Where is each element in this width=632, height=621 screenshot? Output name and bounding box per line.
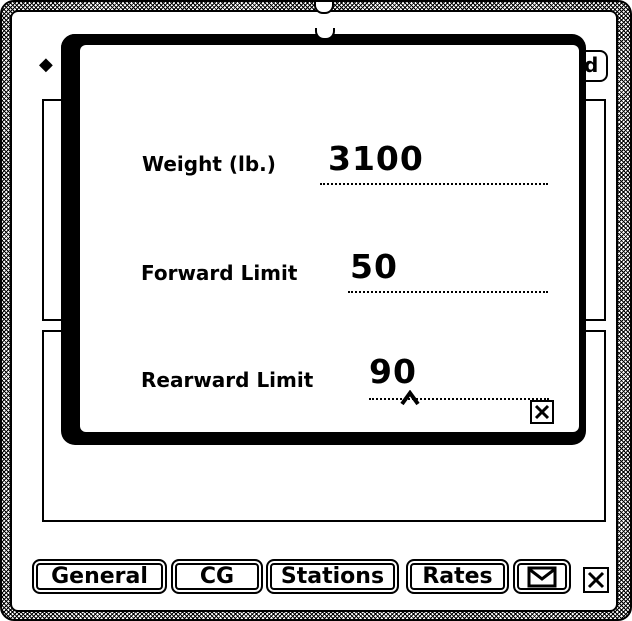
weight-label: Weight (lb.) bbox=[142, 152, 276, 176]
tab-rates[interactable]: Rates bbox=[406, 559, 509, 594]
cg-limits-popup: Weight (lb.) 3100 Forward Limit 50 Rearw… bbox=[61, 34, 580, 439]
tab-cg[interactable]: CG bbox=[171, 559, 263, 594]
tab-stations[interactable]: Stations bbox=[266, 559, 399, 594]
tab-general[interactable]: General bbox=[32, 559, 167, 594]
rearward-limit-label: Rearward Limit bbox=[141, 368, 314, 392]
forward-limit-input-line[interactable] bbox=[348, 291, 548, 293]
envelope-icon bbox=[527, 566, 557, 588]
popup-content: Weight (lb.) 3100 Forward Limit 50 Rearw… bbox=[80, 45, 579, 432]
weight-input-line[interactable] bbox=[320, 183, 548, 185]
rearward-limit-value[interactable]: 90 bbox=[369, 352, 417, 391]
forward-limit-value[interactable]: 50 bbox=[350, 247, 398, 286]
close-box-icon[interactable] bbox=[530, 400, 554, 424]
caret-icon bbox=[400, 390, 420, 406]
mail-button[interactable] bbox=[513, 559, 571, 594]
forward-limit-label: Forward Limit bbox=[141, 261, 298, 285]
diamond-icon[interactable]: ◆ bbox=[39, 56, 53, 74]
rearward-limit-input-line[interactable] bbox=[369, 398, 549, 400]
weight-value[interactable]: 3100 bbox=[328, 139, 424, 178]
close-box-icon[interactable] bbox=[583, 567, 609, 593]
